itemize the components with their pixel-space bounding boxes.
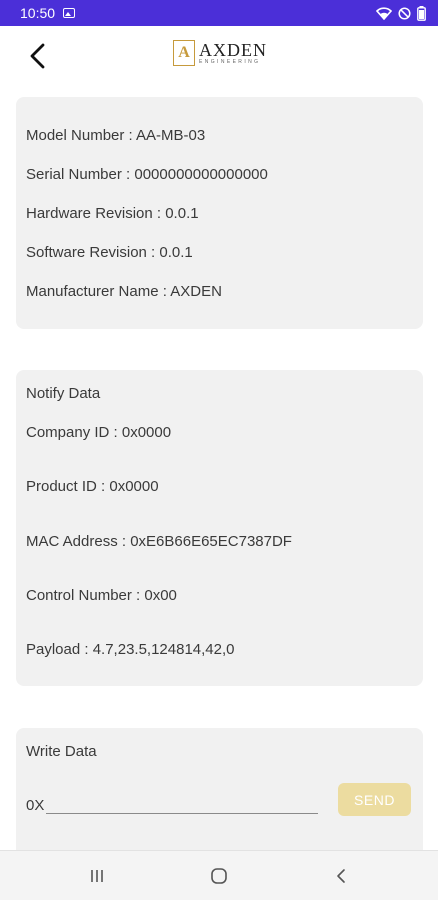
hex-data-input[interactable] — [46, 792, 319, 814]
write-data-card: Write Data 0X SEND — [16, 728, 423, 858]
image-icon — [63, 8, 76, 18]
logo-name: AXDEN — [199, 39, 267, 60]
do-not-disturb-icon — [398, 6, 411, 20]
device-info-card: Model Number : AA-MB-03 Serial Number : … — [16, 97, 423, 329]
logo-mark-icon: A — [173, 40, 195, 66]
recents-icon — [91, 870, 103, 882]
back-button[interactable] — [20, 38, 56, 74]
axden-logo: A AXDEN ENGINEERING — [173, 40, 267, 66]
app-bar: A AXDEN ENGINEERING — [0, 26, 438, 88]
hex-input-group: 0X — [26, 792, 319, 814]
manufacturer-name: Manufacturer Name : AXDEN — [26, 283, 222, 300]
status-time: 10:50 — [20, 5, 56, 21]
software-revision: Software Revision : 0.0.1 — [26, 244, 193, 261]
control-number: Control Number : 0x00 — [26, 587, 177, 604]
logo-text: AXDEN ENGINEERING — [199, 41, 267, 66]
back-icon — [337, 869, 345, 883]
recents-button[interactable] — [67, 851, 127, 900]
notify-data-card: Notify Data Company ID : 0x0000 Product … — [16, 370, 423, 686]
status-bar: 10:50 — [0, 0, 438, 26]
product-id: Product ID : 0x0000 — [26, 478, 159, 495]
notify-data-title: Notify Data — [26, 385, 101, 402]
wifi-icon — [376, 6, 392, 20]
model-number: Model Number : AA-MB-03 — [26, 127, 206, 144]
logo-subtitle: ENGINEERING — [199, 58, 261, 65]
send-button[interactable]: SEND — [338, 783, 411, 816]
home-icon — [211, 868, 227, 884]
serial-number: Serial Number : 0000000000000000 — [26, 166, 268, 183]
mac-address: MAC Address : 0xE6B66E65EC7387DF — [26, 533, 292, 550]
hardware-revision: Hardware Revision : 0.0.1 — [26, 205, 199, 222]
payload: Payload : 4.7,23.5,124814,42,0 — [26, 641, 235, 658]
system-back-button[interactable] — [311, 851, 371, 900]
system-nav-bar — [0, 850, 438, 900]
back-arrow-icon — [30, 43, 45, 69]
company-id: Company ID : 0x0000 — [26, 424, 172, 441]
home-button[interactable] — [189, 851, 249, 900]
battery-icon — [417, 5, 426, 21]
hex-prefix: 0X — [26, 797, 45, 814]
write-data-title: Write Data — [26, 743, 97, 760]
status-icons — [376, 5, 426, 21]
